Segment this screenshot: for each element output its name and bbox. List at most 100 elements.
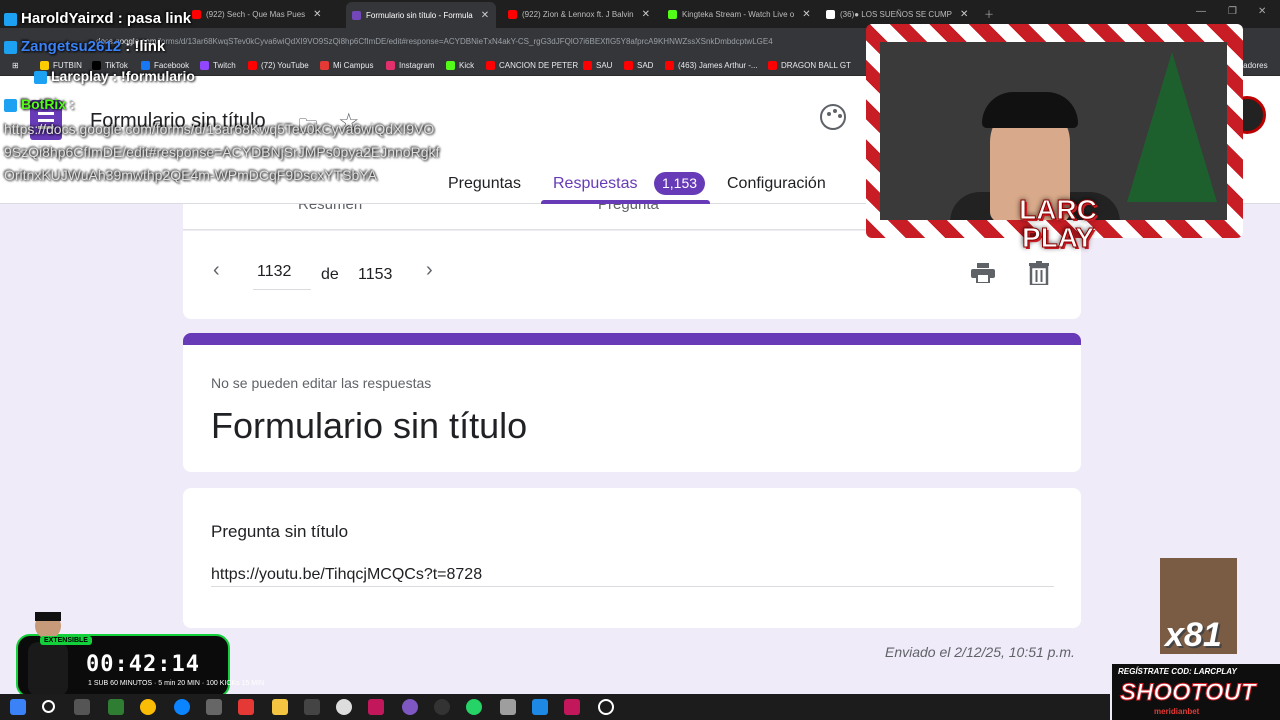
tab-configuracion[interactable]: Configuración [727,175,826,193]
tiktok-icon [826,9,835,19]
tab-preguntas[interactable]: Preguntas [448,175,521,193]
subtab-resumen[interactable]: Resumen [298,204,362,213]
tab-label: (922) Zion & Lennox ft. J Balvin [522,9,634,19]
bookmark-mi-campus[interactable]: Mi Campus [320,61,373,70]
app-icon[interactable] [206,699,222,715]
youtube-icon [583,61,592,70]
tab-respuestas[interactable]: Respuestas [553,175,638,193]
next-response-button[interactable]: › [426,259,433,282]
bookmark-james-arthur[interactable]: (463) James Arthur -... [665,61,758,70]
question-card: Pregunta sin título https://youtu.be/Tih… [183,488,1081,628]
app-icon[interactable] [238,699,254,715]
browser-tab[interactable]: (922) Zion & Lennox ft. J Balvin ✕ [508,4,658,24]
kick-icon [668,9,677,19]
form-main-title: Formulario sin título [211,405,528,446]
chat-message: Larcplay : !formulario [34,68,195,84]
calculator-icon[interactable] [500,699,516,715]
chat-text: : [70,96,75,112]
palette-icon[interactable] [820,104,846,130]
youtube-icon [768,61,777,70]
bookmark-kick[interactable]: Kick [446,61,474,70]
close-icon[interactable]: ✕ [642,9,650,20]
apps-icon[interactable]: ⊞ [12,61,19,70]
bookmark-cancion[interactable]: CANCION DE PETER [486,61,578,70]
youtube-icon [192,9,201,19]
bookmark-label: (463) James Arthur -... [678,61,758,70]
bookmark-label: Mi Campus [333,61,374,70]
bookmark-youtube[interactable]: (72) YouTube [248,61,309,70]
app-icon[interactable] [368,699,384,715]
chat-text: : !formulario [112,68,195,84]
obs-icon[interactable] [402,699,418,715]
timer-value: 00:42:14 [86,652,200,677]
bookmark-sau[interactable]: SAU [583,61,612,70]
url-path: /forms/d/13ar68KwqSTev0kCyva6wiQdXI9VO9S… [156,37,773,46]
close-icon[interactable]: ✕ [802,9,810,20]
task-view-icon[interactable] [74,699,90,715]
bookmark-label: Kick [459,61,475,70]
browser-tab[interactable]: Kingteka Stream - Watch Live o ✕ [668,4,818,24]
tab-label: Formulario sin título - Formula [366,10,473,20]
widgets-icon[interactable] [108,699,124,715]
maximize-icon[interactable]: ❐ [1228,6,1237,17]
app-icon[interactable] [434,699,450,715]
windows-taskbar [0,694,1110,720]
search-icon[interactable] [42,700,55,713]
youtube-icon [508,9,517,19]
bookmark-label: DRAGON BALL GT [781,61,851,70]
app-icon[interactable] [336,699,352,715]
browser-tab[interactable]: (36)● LOS SUEÑOS SE CUMP ✕ [826,4,976,24]
chat-text: : pasa link [117,10,192,27]
app-icon[interactable] [304,699,320,715]
bookmark-twitch[interactable]: Twitch [200,61,236,70]
chrome-icon[interactable] [140,699,156,715]
delete-icon[interactable] [1029,261,1049,285]
chat-user: Larcplay [51,68,109,84]
bookmark-label: CANCION DE PETER [499,61,579,70]
browser-tab[interactable]: (922) Sech - Que Mas Pues ✕ [192,4,342,24]
windows-start-icon[interactable] [10,699,26,715]
chat-badge-icon [4,98,17,112]
bookmark-dragon-ball[interactable]: DRAGON BALL GT [768,61,851,70]
app-icon[interactable] [532,699,548,715]
close-icon[interactable]: ✕ [481,10,489,21]
chat-text: : !link [125,38,166,55]
tab-label: Kingteka Stream - Watch Live o [682,9,795,19]
bookmark-label: SAU [596,61,613,70]
app-icon[interactable] [598,699,614,715]
cannot-edit-notice: No se pueden editar las respuestas [211,375,432,391]
minimize-icon[interactable]: — [1196,6,1206,17]
chat-message: Zangetsu2612 : !link [4,38,165,55]
sponsor-brand: meridianbet [1154,707,1200,716]
subtab-pregunta[interactable]: Pregunta [598,204,659,213]
browser-tab-active[interactable]: Formulario sin título - Formula ✕ [346,2,496,28]
close-icon[interactable]: ✕ [960,9,968,20]
response-count-badge: 1,153 [654,172,706,195]
window-close-icon[interactable]: ✕ [1258,6,1266,17]
bookmark-sad[interactable]: SAD [624,61,653,70]
sponsor-title: SHOOTOUT [1120,679,1257,707]
multiplier-counter: x81 [1165,616,1222,654]
app-icon[interactable] [564,699,580,715]
streamer-cap [982,92,1078,128]
chat-message: HaroldYairxd : pasa link [4,10,191,27]
chat-user: Zangetsu2612 [21,38,122,55]
bookmark-label: SAD [637,61,654,70]
question-title: Pregunta sin título [211,522,349,541]
print-icon[interactable] [971,263,995,283]
file-explorer-icon[interactable] [272,699,288,715]
close-icon[interactable]: ✕ [313,9,321,20]
response-number-input[interactable]: 1132 [253,263,311,290]
url-text[interactable]: docs.google.com/forms/d/13ar68KwqSTev0kC… [96,37,773,46]
youtube-icon [665,61,674,70]
bookmark-label: Twitch [213,61,236,70]
previous-response-button[interactable]: ‹ [213,259,220,282]
twitch-icon [200,61,209,70]
whatsapp-icon[interactable] [466,699,482,715]
chat-badge-icon [4,40,17,54]
edge-icon[interactable] [174,699,190,715]
bookmark-instagram[interactable]: Instagram [386,61,435,70]
new-tab-icon[interactable]: ＋ [984,6,994,21]
of-label: de [321,266,339,283]
answer-value: https://youtu.be/TihqcjMCQCs?t=8728 [211,566,1054,587]
